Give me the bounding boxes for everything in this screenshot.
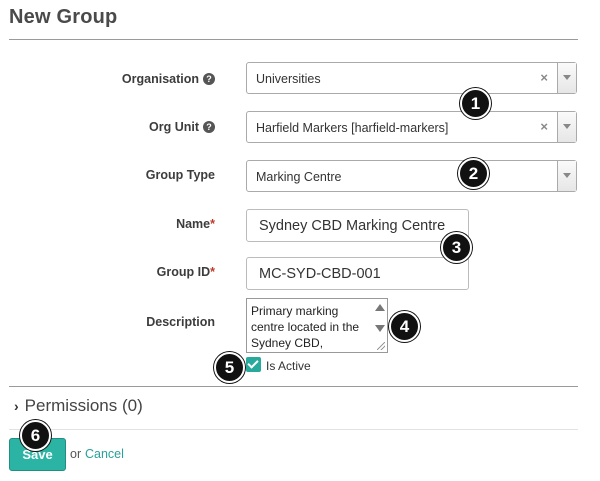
clear-icon[interactable]: × [540,70,548,85]
header-divider [9,39,578,40]
description-textarea[interactable]: Primary marking centre located in the Sy… [246,298,388,353]
dropdown-toggle[interactable] [557,112,576,142]
callout-badge: 4 [389,311,420,342]
group-type-label: Group Type [145,168,215,182]
group-type-select[interactable]: Marking Centre [246,160,577,192]
callout-badge: 2 [458,158,489,189]
callout-badge: 1 [460,88,491,119]
dropdown-toggle[interactable] [557,63,576,93]
chevron-down-icon [563,75,571,80]
page-title: New Group [9,6,118,28]
org-unit-value: Harfield Markers [harfield-markers] [256,121,449,135]
scroll-up-icon[interactable] [375,304,385,311]
name-label: Name* [176,217,215,231]
callout-badge: 3 [441,232,472,263]
organisation-value: Universities [256,72,321,86]
footer-divider [9,429,578,430]
chevron-down-icon [563,173,571,178]
help-icon[interactable]: ? [203,73,215,85]
clear-icon[interactable]: × [540,119,548,134]
description-label: Description [146,315,215,329]
group-type-value: Marking Centre [256,170,342,184]
is-active-checkbox[interactable] [246,357,261,372]
help-icon[interactable]: ? [203,121,215,133]
callout-badge: 5 [214,352,245,383]
or-text: or [70,447,82,461]
org-unit-label: Org Unit? [15,120,215,134]
organisation-select[interactable]: Universities × [246,62,577,94]
scroll-down-icon[interactable] [375,325,385,332]
cancel-link[interactable]: Cancel [85,447,124,461]
chevron-down-icon [563,124,571,129]
group-id-input[interactable]: MC-SYD-CBD-001 [246,257,469,290]
group-id-label: Group ID* [156,265,215,279]
chevron-right-icon: › [14,398,19,414]
check-icon [247,357,259,369]
dropdown-toggle[interactable] [557,161,576,191]
resize-grip-icon[interactable] [377,342,385,350]
organisation-label: Organisation? [15,72,215,86]
name-input[interactable]: Sydney CBD Marking Centre [246,209,469,242]
callout-badge: 6 [20,420,51,451]
description-text: Primary marking centre located in the Sy… [251,304,360,350]
permissions-toggle[interactable]: › Permissions (0) [14,396,143,416]
section-divider [9,386,578,387]
org-unit-select[interactable]: Harfield Markers [harfield-markers] × [246,111,577,143]
is-active-label[interactable]: Is Active [266,359,311,373]
